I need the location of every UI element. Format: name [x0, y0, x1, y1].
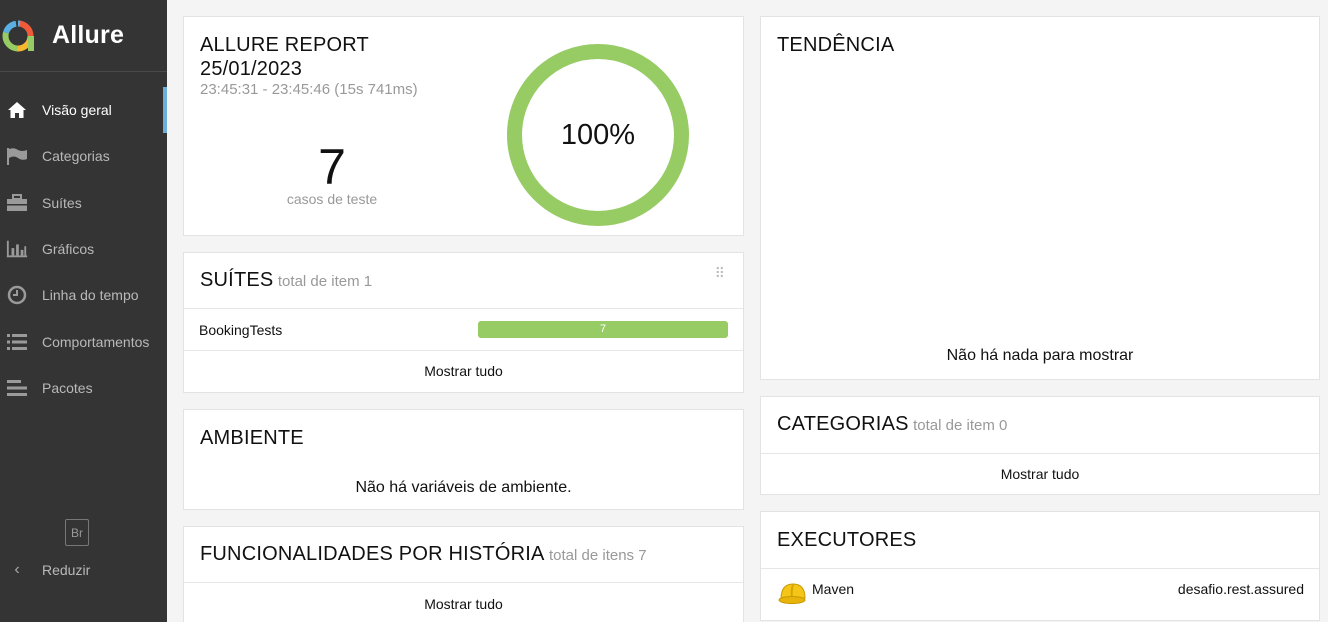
sidebar-item-label: Categorias: [42, 148, 110, 165]
sidebar-item-label: Suítes: [42, 194, 82, 211]
sidebar-item-suites[interactable]: Suítes: [0, 180, 167, 226]
features-show-all-button[interactable]: Mostrar tudo: [184, 596, 743, 612]
align-left-icon: [6, 377, 28, 399]
report-time-range: 23:45:31 - 23:45:46 (15s 741ms): [200, 81, 418, 98]
categories-header: CATEGORIAS total de item 0: [777, 413, 1007, 436]
features-header: FUNCIONALIDADES POR HISTÓRIA total de it…: [200, 543, 647, 566]
sidebar-item-label: Visão geral: [42, 102, 112, 119]
sidebar-item-behaviors[interactable]: Comportamentos: [0, 318, 167, 364]
briefcase-icon: [6, 192, 28, 214]
features-title: FUNCIONALIDADES POR HISTÓRIA: [200, 543, 545, 565]
collapse-sidebar-button[interactable]: ‹ Reduzir: [0, 556, 90, 584]
flag-icon: [6, 145, 28, 167]
chevron-left-icon: ‹: [14, 561, 20, 578]
suites-title: SUÍTES: [200, 269, 274, 291]
suites-widget: SUÍTES total de item 1 ⠿ BookingTests 7 …: [183, 252, 744, 393]
list-icon: [6, 331, 28, 353]
executor-build[interactable]: desafio.rest.assured: [1178, 581, 1304, 597]
environment-empty-text: Não há variáveis de ambiente.: [355, 479, 572, 496]
environment-widget: AMBIENTE Não há variáveis de ambiente.: [183, 409, 744, 510]
report-title: ALLURE REPORT: [200, 34, 369, 56]
sidebar-item-overview[interactable]: Visão geral: [0, 87, 167, 134]
collapse-label: Reduzir: [42, 562, 91, 578]
language-button[interactable]: Br: [65, 519, 89, 546]
features-widget: FUNCIONALIDADES POR HISTÓRIA total de it…: [183, 526, 744, 622]
sidebar: Allure Visão geral Categorias Suítes Grá…: [0, 0, 167, 622]
summary-widget: ALLURE REPORT 25/01/2023 23:45:31 - 23:4…: [183, 16, 744, 236]
suite-bar-label: 7: [599, 323, 607, 335]
suite-row[interactable]: BookingTests 7: [184, 309, 743, 350]
sidebar-item-categories[interactable]: Categorias: [0, 133, 167, 179]
categories-title: CATEGORIAS: [777, 413, 909, 435]
sidebar-item-timeline[interactable]: Linha do tempo: [0, 272, 167, 318]
divider: [184, 582, 743, 583]
executors-widget: EXECUTORES Maven desafio.rest.assured: [760, 511, 1320, 621]
allure-logo-icon: [1, 19, 35, 53]
home-icon: [6, 99, 28, 121]
suites-header: SUÍTES total de item 1: [200, 269, 372, 292]
sidebar-item-packages[interactable]: Pacotes: [0, 365, 167, 411]
suite-status-bar: 7: [478, 321, 728, 338]
categories-widget: CATEGORIAS total de item 0 Mostrar tudo: [760, 396, 1320, 495]
sidebar-item-label: Pacotes: [42, 379, 93, 396]
logo-row: Allure: [0, 0, 167, 72]
suites-subtitle: total de item 1: [277, 273, 373, 290]
sidebar-item-label: Linha do tempo: [42, 287, 139, 304]
trend-widget: TENDÊNCIA Não há nada para mostrar: [760, 16, 1320, 380]
test-count: 7: [318, 139, 346, 195]
bar-chart-icon: [6, 238, 28, 260]
sidebar-nav: Visão geral Categorias Suítes Gráficos L…: [0, 87, 167, 411]
drag-handle-icon[interactable]: ⠿: [715, 266, 726, 280]
divider: [184, 350, 743, 351]
maven-helmet-icon: [778, 579, 808, 612]
test-count-label: casos de teste: [286, 191, 378, 207]
environment-title: AMBIENTE: [200, 427, 304, 449]
trend-title: TENDÊNCIA: [777, 34, 895, 56]
report-date: 25/01/2023: [200, 58, 303, 80]
trend-empty-text: Não há nada para mostrar: [946, 347, 1134, 364]
sidebar-item-label: Gráficos: [42, 241, 95, 258]
categories-show-all-button[interactable]: Mostrar tudo: [761, 466, 1319, 482]
categories-subtitle: total de item 0: [913, 417, 1008, 434]
sidebar-item-label: Comportamentos: [42, 333, 150, 350]
executor-name: Maven: [812, 581, 855, 597]
features-subtitle: total de itens 7: [549, 547, 647, 564]
suite-name: BookingTests: [199, 322, 283, 338]
app-name: Allure: [52, 21, 125, 49]
suites-show-all-button[interactable]: Mostrar tudo: [184, 363, 743, 379]
executors-title: EXECUTORES: [777, 529, 917, 551]
sidebar-item-graphs[interactable]: Gráficos: [0, 226, 167, 272]
clock-icon: [6, 284, 28, 306]
pass-rate-label: 100%: [560, 119, 636, 151]
executor-row[interactable]: Maven desafio.rest.assured: [761, 569, 1319, 619]
divider: [761, 453, 1319, 454]
